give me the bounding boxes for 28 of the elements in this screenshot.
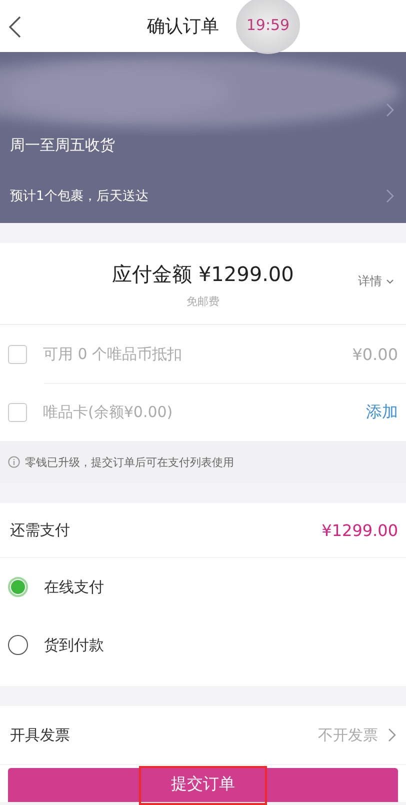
details-toggle[interactable]: 详情 <box>358 273 394 290</box>
payment-option[interactable]: 在线支付 <box>44 578 104 596</box>
delivery-days: 周一至周五收货 <box>0 136 406 173</box>
radio-button[interactable] <box>8 635 28 655</box>
back-icon[interactable] <box>8 16 22 38</box>
amount-due: 应付金额 ¥1299.00 <box>112 261 294 288</box>
checkbox[interactable] <box>8 344 27 364</box>
discount-amount: ¥0.00 <box>352 344 398 364</box>
timer-badge: 19:59 <box>236 0 300 54</box>
invoice-value[interactable]: 不开发票 <box>318 726 378 744</box>
info-icon <box>8 456 20 468</box>
checkbox[interactable] <box>8 402 27 422</box>
payment-option[interactable]: 货到付款 <box>44 636 104 654</box>
invoice-label: 开具发票 <box>10 726 71 744</box>
shipping-note: 免邮费 <box>186 294 220 309</box>
remaining-amount: ¥1299.00 <box>322 520 398 540</box>
chevron-right-icon <box>388 728 396 742</box>
page-title: 确认订单 <box>147 15 219 38</box>
discount-label: 唯品卡(余额¥0.00) <box>43 402 174 422</box>
caret-icon <box>386 279 394 285</box>
remaining-label: 还需支付 <box>10 520 70 540</box>
delivery-estimate[interactable]: 预计1个包裹，后天送达 <box>10 187 148 205</box>
discount-label: 可用 0 个唯品币抵扣 <box>43 344 184 364</box>
notice-text: 零钱已升级，提交订单后可在支付列表使用 <box>25 454 234 470</box>
add-link[interactable]: 添加 <box>366 402 398 422</box>
chevron-right-icon <box>386 189 394 203</box>
submit-order-button[interactable]: 提交订单 <box>8 768 398 802</box>
chevron-right-icon <box>386 103 394 117</box>
